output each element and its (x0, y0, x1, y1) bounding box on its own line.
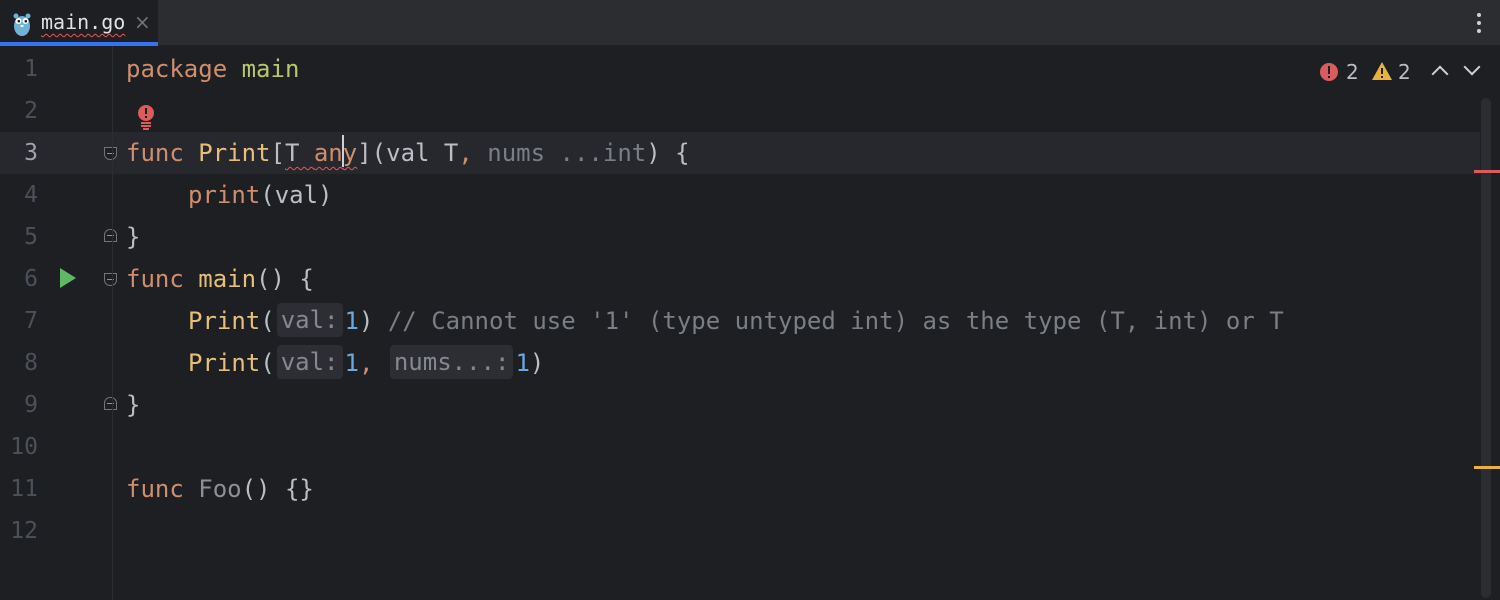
constraint-part: an (313, 139, 343, 167)
code-line-6: func main() { (126, 258, 314, 300)
params-open: ]( (357, 139, 387, 167)
params-close: ) { (646, 139, 690, 167)
paren-close: ) (529, 349, 545, 377)
vertical-scrollbar[interactable] (1480, 46, 1500, 600)
fold-end-icon[interactable] (104, 229, 117, 242)
code-editor[interactable]: 1 2 3 4 5 6 7 8 9 10 11 12 package main … (0, 46, 1500, 600)
code-line-4: print(val) (188, 174, 333, 216)
code-line-1: package main (126, 48, 299, 90)
keyword: func (126, 139, 184, 167)
gopher-icon (13, 13, 31, 36)
gutter: 1 2 3 4 5 6 7 8 9 10 11 12 (0, 46, 117, 600)
call-args: (val) (260, 181, 333, 209)
number-literal: 1 (344, 349, 359, 377)
function-name: main (198, 265, 257, 293)
line-number: 12 (10, 518, 38, 544)
more-vertical-icon[interactable] (1472, 10, 1486, 36)
keyword: package (126, 55, 228, 83)
warning-stripe-marker[interactable] (1474, 466, 1500, 469)
param-val: val T (386, 139, 459, 167)
params: () { (256, 265, 314, 293)
tab-label: main.go (41, 10, 126, 34)
tab-main-go[interactable]: main.go × (0, 0, 158, 46)
function-call: Print (188, 307, 261, 335)
line-number: 4 (24, 182, 38, 208)
warning-icon-mark (1381, 68, 1383, 74)
gutter-separator (112, 46, 113, 600)
fold-collapse-icon[interactable] (104, 147, 117, 160)
brace: } (126, 223, 141, 251)
line-number: 1 (24, 56, 38, 82)
code-area[interactable]: package main func Print[T any](val T, nu… (126, 46, 1284, 578)
params-body: () {} (241, 475, 314, 503)
fold-end-icon[interactable] (104, 397, 117, 410)
type-param: T (284, 139, 314, 167)
keyword: func (126, 475, 184, 503)
line-number: 5 (24, 224, 38, 250)
line-number: 6 (24, 266, 38, 292)
paren: ( (260, 349, 275, 377)
code-line-8: Print(val: 1, nums...: 1) (188, 342, 544, 384)
builtin-print: print (188, 181, 261, 209)
unused-function-name: Foo (198, 475, 242, 503)
inlay-hint: nums...: (389, 345, 514, 379)
fold-collapse-icon[interactable] (104, 273, 117, 286)
code-line-7: Print(val: 1) // Cannot use '1' (type unt… (188, 300, 1284, 342)
code-line-9: } (126, 384, 140, 426)
comma: , (458, 139, 473, 167)
error-stripe-marker[interactable] (1474, 170, 1500, 173)
line-number: 11 (10, 476, 38, 502)
paren-close: ) (358, 307, 388, 335)
warning-icon-dot (1381, 76, 1383, 78)
number-literal: 1 (515, 349, 530, 377)
inlay-hint: val: (276, 345, 343, 379)
run-icon[interactable] (60, 268, 76, 288)
comma: , (358, 349, 374, 377)
package-name: main (241, 55, 300, 83)
line-number: 7 (24, 308, 38, 334)
inlay-hint: val: (276, 303, 343, 337)
paren: ( (260, 307, 275, 335)
code-line-11: func Foo() {} (126, 468, 314, 510)
next-problem-icon[interactable] (1463, 58, 1481, 76)
type-params-open: [ (270, 139, 285, 167)
line-number: 8 (24, 350, 38, 376)
error-count: 2 (1346, 60, 1359, 84)
line-number: 3 (24, 140, 38, 166)
keyword: func (126, 265, 184, 293)
brace: } (126, 391, 141, 419)
previous-problem-icon[interactable] (1431, 65, 1449, 83)
line-number: 2 (24, 98, 38, 124)
constraint-part: y (342, 139, 358, 167)
param-nums: nums ...int (472, 139, 647, 167)
number-literal: 1 (344, 307, 359, 335)
editor-tab-bar: main.go × (0, 0, 1500, 46)
close-icon[interactable]: × (134, 10, 151, 34)
scrollbar-thumb[interactable] (1481, 98, 1491, 598)
error-icon (1320, 63, 1338, 81)
function-name: Print (198, 139, 271, 167)
code-line-5: } (126, 216, 140, 258)
code-line-3: func Print[T any](val T, nums ...int) { (126, 132, 690, 174)
line-number: 9 (24, 392, 38, 418)
warning-count: 2 (1398, 60, 1411, 84)
comment: // Cannot use '1' (type untyped int) as … (387, 307, 1284, 335)
inspection-widget[interactable]: 2 2 (1320, 58, 1481, 86)
function-call: Print (188, 349, 261, 377)
line-number: 10 (10, 434, 38, 460)
